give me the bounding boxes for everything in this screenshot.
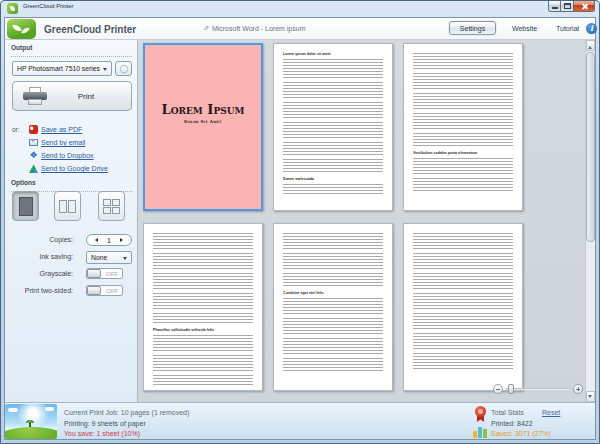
page-thumbnail-6[interactable] <box>403 223 523 391</box>
app-frame: GreenCloud Printer ✎Microsoft Word - Lor… <box>4 17 596 440</box>
cover-subtitle: Dolor Sit Amet <box>174 119 232 124</box>
vertical-scrollbar[interactable] <box>585 40 595 402</box>
layout-4up-button[interactable] <box>98 191 125 221</box>
cloud-graphic <box>8 408 18 412</box>
greencloud-logo <box>7 19 36 39</box>
zoom-control <box>493 384 583 395</box>
grayscale-toggle[interactable]: OFF <box>86 268 123 279</box>
website-link[interactable]: Website <box>512 25 537 32</box>
document-title: ✎Microsoft Word - Lorem ipsum <box>203 25 306 33</box>
hill-graphic <box>5 427 57 439</box>
app-header: GreenCloud Printer ✎Microsoft Word - Lor… <box>5 18 595 40</box>
output-section-label: Output <box>11 44 32 51</box>
settings-button[interactable]: Settings <box>449 21 496 35</box>
page-heading: Phasellus sollicitudin vehicula felis <box>153 328 254 331</box>
email-icon <box>29 139 38 146</box>
status-bar: Current Print Job: 10 pages (1 removed) … <box>5 402 595 439</box>
eco-landscape-image <box>5 404 57 439</box>
dropbox-icon: ❖ <box>29 151 38 160</box>
page-thumbnail-3[interactable]: Vestibulum sodales porta elementum <box>403 43 523 211</box>
print-button[interactable]: Print <box>12 81 132 111</box>
cover-title: Lorem Ipsum <box>145 102 261 117</box>
grayscale-label: Grayscale: <box>5 270 73 277</box>
page-heading: Lorem ipsum dolor sit amet <box>283 52 384 55</box>
info-icon[interactable]: i <box>586 23 597 34</box>
four-pages-icon <box>103 199 120 214</box>
page-thumbnail-5[interactable]: Curabitur eget nisl felis <box>273 223 393 391</box>
bar-chart-icon <box>473 425 487 438</box>
zoom-out-button[interactable] <box>493 384 503 394</box>
saved-count-text: Saved: 3071 (27%) <box>491 430 551 437</box>
printer-icon <box>23 87 47 106</box>
send-by-email-link[interactable]: Send by email <box>41 139 85 146</box>
reset-link[interactable]: Reset <box>542 409 560 416</box>
two-sided-label: Print two-sided: <box>5 287 73 294</box>
medal-icon <box>474 406 487 421</box>
two-sided-toggle[interactable]: OFF <box>86 285 123 296</box>
scroll-up-arrow[interactable] <box>586 40 595 51</box>
divider <box>11 56 132 57</box>
app-title: GreenCloud Printer <box>44 24 136 35</box>
close-button[interactable] <box>574 1 595 12</box>
page-heading: Curabitur eget nisl felis <box>283 291 384 294</box>
window-title: GreenCloud Printer <box>23 3 73 10</box>
cloud-graphic <box>45 407 54 411</box>
maximize-button[interactable] <box>561 1 574 12</box>
page-thumbnail-1[interactable]: Lorem Ipsum Dolor Sit Amet <box>143 43 263 211</box>
scrollbar-thumb[interactable] <box>586 52 595 242</box>
send-to-dropbox-link[interactable]: Send to Dropbox <box>41 152 94 159</box>
two-pages-icon <box>59 200 76 213</box>
layout-2up-button[interactable] <box>54 191 81 221</box>
tutorial-link[interactable]: Tutorial <box>556 25 579 32</box>
increase-copies-arrow[interactable] <box>120 238 125 242</box>
ink-saving-label: Ink saving: <box>5 253 73 260</box>
pdf-icon <box>29 125 38 134</box>
main-content: Output HP Photosmart 7510 series Print o… <box>5 40 595 402</box>
pencil-icon: ✎ <box>203 25 209 33</box>
copies-value: 1 <box>98 237 120 244</box>
pages-preview-area: Lorem Ipsum Dolor Sit Amet Lorem ipsum d… <box>138 40 595 402</box>
page-thumbnail-4[interactable]: Phasellus sollicitudin vehicula felis <box>143 223 263 391</box>
sprout-graphic <box>29 422 31 427</box>
printer-settings-button[interactable] <box>115 61 132 76</box>
copies-stepper[interactable]: 1 <box>86 234 132 246</box>
printed-count-text: Printed: 8422 <box>491 420 533 427</box>
printing-sheets-text: Printing: 9 sheets of paper <box>64 420 146 427</box>
title-bar[interactable]: GreenCloud Printer <box>1 1 599 17</box>
zoom-slider-handle[interactable] <box>508 384 514 394</box>
ink-saving-select[interactable]: None <box>86 251 132 264</box>
scroll-down-arrow[interactable] <box>586 391 595 402</box>
total-stats-label: Total Stats <box>491 409 524 416</box>
page-heading: Donec malesuada <box>283 177 384 180</box>
page-heading: Vestibulum sodales porta elementum <box>413 151 514 154</box>
one-page-icon <box>19 197 33 216</box>
zoom-slider-track[interactable] <box>506 388 570 390</box>
minimize-button[interactable] <box>548 1 561 12</box>
sidebar: Output HP Photosmart 7510 series Print o… <box>5 40 138 402</box>
current-print-job-text: Current Print Job: 10 pages (1 removed) <box>64 409 189 416</box>
app-window: GreenCloud Printer GreenCloud Printer ✎M… <box>0 0 600 444</box>
save-as-pdf-link[interactable]: Save as PDF <box>41 126 82 133</box>
or-label: or: <box>12 126 20 133</box>
window-app-icon <box>7 3 18 14</box>
options-section-label: Options <box>11 179 36 186</box>
send-to-google-drive-link[interactable]: Send to Google Drive <box>41 165 108 172</box>
gear-icon <box>120 65 128 73</box>
zoom-in-button[interactable] <box>573 384 583 394</box>
page-thumbnail-2[interactable]: Lorem ipsum dolor sit amet Donec malesua… <box>273 43 393 211</box>
you-save-text: You save: 1 sheet (10%) <box>64 430 140 437</box>
google-drive-icon <box>29 164 38 173</box>
copies-label: Copies: <box>5 236 73 243</box>
printer-select[interactable]: HP Photosmart 7510 series <box>12 61 112 76</box>
layout-1up-button[interactable] <box>12 191 39 221</box>
